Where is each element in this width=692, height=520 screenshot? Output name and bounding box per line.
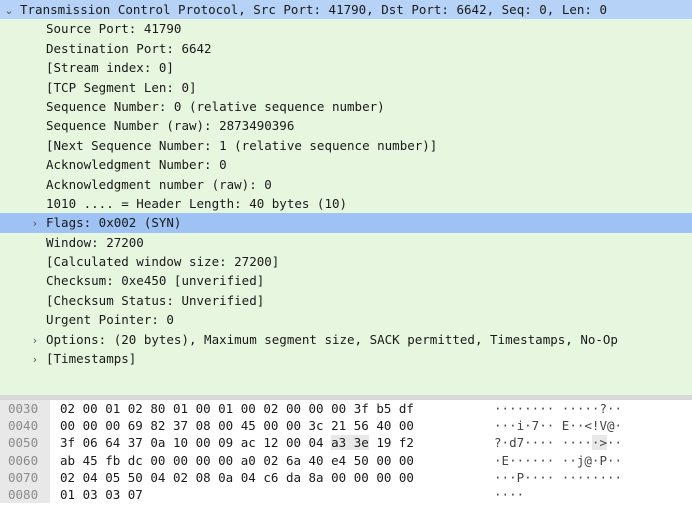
hex-row[interactable]: 0070 02 04 05 50 04 02 08 0a 04 c6 da 8a … (0, 468, 692, 486)
tree-row-label: Sequence Number: 0 (relative sequence nu… (46, 98, 385, 114)
hex-ascii[interactable]: ?·d7···· ·····>·· (494, 434, 622, 451)
hex-row[interactable]: 0050 3f 06 64 37 0a 10 00 09 ac 12 00 04 … (0, 434, 692, 452)
hex-offset: 0050 (0, 434, 50, 452)
hex-bytes[interactable]: 02 04 05 50 04 02 08 0a 04 c6 da 8a 00 0… (60, 469, 480, 486)
tree-row[interactable]: 1010 .... = Header Length: 40 bytes (10) (0, 194, 692, 213)
hex-ascii[interactable]: ···· (494, 486, 524, 503)
tree-row-label: Destination Port: 6642 (46, 40, 212, 56)
tree-row[interactable]: Urgent Pointer: 0 (0, 310, 692, 329)
tree-row-label: [Stream index: 0] (46, 60, 174, 76)
tree-row-label: [Timestamps] (46, 351, 137, 367)
tree-row[interactable]: Destination Port: 6642 (0, 39, 692, 58)
hex-row[interactable]: 0030 02 00 01 02 80 01 00 01 00 02 00 00 … (0, 400, 692, 418)
tree-row[interactable]: Sequence Number (raw): 2873490396 (0, 116, 692, 135)
tree-row[interactable]: [Stream index: 0] (0, 58, 692, 77)
hex-ascii[interactable]: ···P···· ········ (494, 469, 622, 486)
hex-row[interactable]: 0040 00 00 00 69 82 37 08 00 45 00 00 3c … (0, 417, 692, 435)
tree-row[interactable]: › [Timestamps] (0, 349, 692, 368)
hex-bytes[interactable]: ab 45 fb dc 00 00 00 00 a0 02 6a 40 e4 5… (60, 452, 480, 469)
tree-row-label: Source Port: 41790 (46, 21, 182, 37)
tree-row[interactable]: Checksum: 0xe450 [unverified] (0, 271, 692, 290)
hex-ascii[interactable]: ········ ·····?·· (494, 400, 622, 417)
hex-ascii[interactable]: ·E······ ··j@·P·· (494, 452, 622, 469)
hex-bytes[interactable]: 3f 06 64 37 0a 10 00 09 ac 12 00 04 a3 3… (60, 434, 480, 451)
tree-row-label: [TCP Segment Len: 0] (46, 79, 197, 95)
tree-row-label: [Calculated window size: 27200] (46, 254, 280, 270)
tree-row[interactable]: [TCP Segment Len: 0] (0, 78, 692, 97)
hex-offset: 0040 (0, 417, 50, 435)
hex-row[interactable]: 0080 01 03 03 07 ···· (0, 485, 692, 504)
packet-details-tree[interactable]: ⌄ Transmission Control Protocol, Src Port… (0, 0, 692, 395)
chevron-right-icon[interactable]: › (30, 214, 40, 232)
tree-row-label: Window: 27200 (46, 234, 144, 250)
tree-row[interactable]: [Checksum Status: Unverified] (0, 291, 692, 310)
hex-row[interactable]: 0060 ab 45 fb dc 00 00 00 00 a0 02 6a 40 … (0, 451, 692, 469)
tree-row[interactable]: Sequence Number: 0 (relative sequence nu… (0, 97, 692, 116)
tree-row-label: [Next Sequence Number: 1 (relative seque… (46, 137, 438, 153)
hex-ascii[interactable]: ···i·7·· E··<!V@· (494, 417, 622, 434)
hex-offset: 0080 (0, 485, 50, 504)
tree-row-label: Transmission Control Protocol, Src Port:… (20, 2, 607, 17)
tree-row[interactable]: [Next Sequence Number: 1 (relative seque… (0, 136, 692, 155)
tree-row[interactable]: Acknowledgment number (raw): 0 (0, 175, 692, 194)
tree-row[interactable]: Source Port: 41790 (0, 19, 692, 38)
tree-row-label: Acknowledgment number (raw): 0 (46, 176, 272, 192)
tree-row-label: Urgent Pointer: 0 (46, 312, 174, 328)
tree-row-label: [Checksum Status: Unverified] (46, 292, 265, 308)
hex-bytes[interactable]: 01 03 03 07 (60, 486, 480, 503)
tree-row[interactable]: Window: 27200 (0, 233, 692, 252)
tree-row[interactable]: Acknowledgment Number: 0 (0, 155, 692, 174)
hex-bytes[interactable]: 00 00 00 69 82 37 08 00 45 00 00 3c 21 5… (60, 417, 480, 434)
tree-row[interactable]: ⌄ Transmission Control Protocol, Src Port… (0, 0, 692, 20)
tree-row[interactable]: › Options: (20 bytes), Maximum segment si… (0, 330, 692, 349)
hex-offset: 0030 (0, 400, 50, 418)
chevron-right-icon[interactable]: › (30, 331, 40, 349)
chevron-down-icon[interactable]: ⌄ (4, 1, 14, 19)
tree-row-label: Options: (20 bytes), Maximum segment siz… (46, 331, 618, 347)
tree-row-label: Flags: 0x002 (SYN) (46, 215, 182, 231)
tree-row-label: Acknowledgment Number: 0 (46, 157, 227, 173)
tree-row[interactable]: › Flags: 0x002 (SYN) (0, 213, 692, 233)
chevron-right-icon[interactable]: › (30, 350, 40, 368)
hex-bytes[interactable]: 02 00 01 02 80 01 00 01 00 02 00 00 00 3… (60, 400, 480, 417)
tree-row-label: Checksum: 0xe450 [unverified] (46, 273, 265, 289)
tree-row-label: 1010 .... = Header Length: 40 bytes (10) (46, 195, 348, 211)
packet-bytes-pane[interactable]: 0030 02 00 01 02 80 01 00 01 00 02 00 00 … (0, 400, 692, 520)
hex-offset: 0070 (0, 468, 50, 486)
hex-offset: 0060 (0, 451, 50, 469)
tree-row-label: Sequence Number (raw): 2873490396 (46, 118, 295, 134)
tree-row[interactable]: [Calculated window size: 27200] (0, 252, 692, 271)
